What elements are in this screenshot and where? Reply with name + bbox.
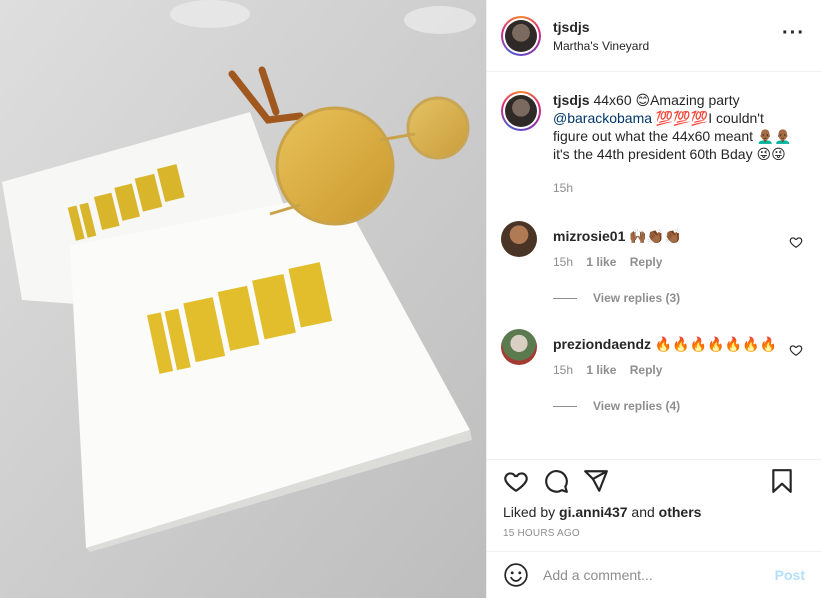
author-username[interactable]: tjsdjs xyxy=(553,19,649,35)
caption-avatar[interactable] xyxy=(501,91,541,131)
comment-avatar[interactable] xyxy=(501,221,537,257)
comment-time[interactable]: 15h xyxy=(553,363,573,377)
comment-like-heart-icon[interactable] xyxy=(789,343,803,357)
comment-avatar[interactable] xyxy=(501,329,537,365)
share-icon[interactable] xyxy=(583,468,609,494)
author-avatar[interactable] xyxy=(501,15,541,56)
post-photo[interactable] xyxy=(0,0,486,598)
bookmark-icon[interactable] xyxy=(769,468,795,494)
caption-username[interactable]: tjsdjs xyxy=(553,92,590,108)
author-info: tjsdjs Martha's Vineyard xyxy=(553,19,649,53)
comment-meta: 15h 1 like Reply xyxy=(553,363,783,377)
comment-likes[interactable]: 1 like xyxy=(586,363,616,377)
comment-item: preziondaendz 🔥🔥🔥🔥🔥🔥🔥 15h 1 like Reply xyxy=(501,329,805,377)
view-replies-label: View replies (3) xyxy=(593,291,681,305)
post-timestamp[interactable]: 15 HOURS AGO xyxy=(503,528,805,539)
comment-input[interactable] xyxy=(543,567,763,583)
comment-like-heart-icon[interactable] xyxy=(789,235,803,249)
comment-item: mizrosie01 🙌🏾👏🏾👏🏾 15h 1 like Reply xyxy=(501,221,805,269)
caption-text-1: 44x60 😊Amazing party xyxy=(593,92,740,108)
caption-mention[interactable]: @barackobama xyxy=(553,110,652,126)
comments-list[interactable]: tjsdjs 44x60 😊Amazing party @barackobama… xyxy=(487,73,821,459)
emoji-icon[interactable] xyxy=(503,562,529,588)
caption-time[interactable]: 15h xyxy=(553,179,793,197)
comment-body: mizrosie01 🙌🏾👏🏾👏🏾 15h 1 like Reply xyxy=(553,221,783,269)
action-icons xyxy=(503,464,805,498)
instagram-post-view: tjsdjs Martha's Vineyard ··· tjsdjs 44x6… xyxy=(0,0,821,598)
comment-reply-button[interactable]: Reply xyxy=(630,255,663,269)
post-header: tjsdjs Martha's Vineyard ··· xyxy=(487,0,821,72)
replies-divider xyxy=(553,405,577,407)
comment-likes[interactable]: 1 like xyxy=(586,255,616,269)
view-replies-button[interactable]: View replies (3) xyxy=(553,291,805,305)
view-replies-button[interactable]: View replies (4) xyxy=(553,399,805,413)
more-options-icon[interactable]: ··· xyxy=(782,23,805,43)
post-caption: tjsdjs 44x60 😊Amazing party @barackobama… xyxy=(501,91,805,197)
replies-divider xyxy=(553,297,577,299)
comment-meta: 15h 1 like Reply xyxy=(553,255,783,269)
liked-others-button[interactable]: others xyxy=(659,504,702,520)
comment-text: 🙌🏾👏🏾👏🏾 xyxy=(629,228,682,244)
liked-and: and xyxy=(631,504,655,520)
likes-summary: Liked by gi.anni437 and others xyxy=(503,504,805,520)
comment-reply-button[interactable]: Reply xyxy=(630,363,663,377)
liked-user[interactable]: gi.anni437 xyxy=(559,504,627,520)
post-details-panel: tjsdjs Martha's Vineyard ··· tjsdjs 44x6… xyxy=(486,0,821,598)
post-actions: Liked by gi.anni437 and others 15 HOURS … xyxy=(487,459,821,551)
caption-body: tjsdjs 44x60 😊Amazing party @barackobama… xyxy=(553,91,793,197)
scroll-fade xyxy=(487,445,821,459)
add-comment-bar: Post xyxy=(487,551,821,598)
post-location[interactable]: Martha's Vineyard xyxy=(553,39,649,53)
comment-body: preziondaendz 🔥🔥🔥🔥🔥🔥🔥 15h 1 like Reply xyxy=(553,329,783,377)
comment-username[interactable]: mizrosie01 xyxy=(553,228,625,244)
comment-icon[interactable] xyxy=(543,468,569,494)
heart-icon[interactable] xyxy=(503,468,529,494)
comment-time[interactable]: 15h xyxy=(553,255,573,269)
comment-text: 🔥🔥🔥🔥🔥🔥🔥 xyxy=(654,336,777,352)
comment-username[interactable]: preziondaendz xyxy=(553,336,651,352)
post-comment-button[interactable]: Post xyxy=(775,567,805,583)
photo-scene xyxy=(0,0,486,598)
view-replies-label: View replies (4) xyxy=(593,399,681,413)
liked-prefix: Liked by xyxy=(503,504,556,520)
